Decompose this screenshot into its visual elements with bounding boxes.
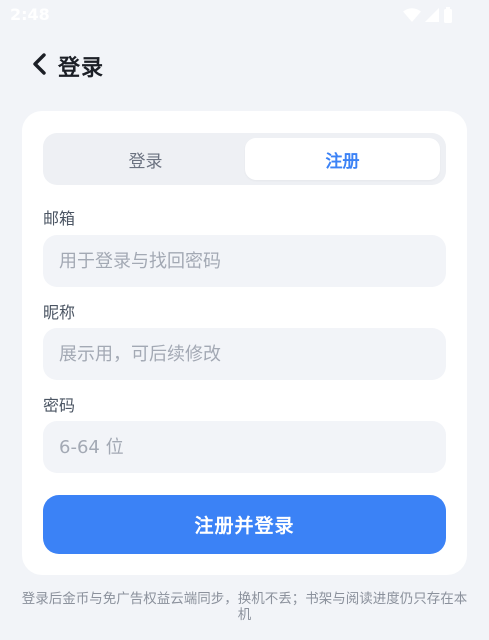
password-label: 密码 xyxy=(43,396,76,415)
footer-note: 登录后金币与免广告权益云端同步，换机不丢；书架与阅读进度仍只存在本机 xyxy=(21,591,468,623)
nickname-label: 昵称 xyxy=(43,303,76,322)
tab-login[interactable]: 登录 xyxy=(48,138,243,180)
email-label: 邮箱 xyxy=(43,209,76,228)
page-title: 登录 xyxy=(58,56,105,81)
password-input[interactable] xyxy=(43,421,446,473)
battery-icon xyxy=(443,7,453,23)
register-card: 登录 注册 邮箱 昵称 密码 注册并登录 xyxy=(22,111,467,575)
email-input[interactable] xyxy=(43,235,446,287)
back-button[interactable] xyxy=(22,46,58,86)
signal-icon xyxy=(425,8,439,22)
back-chevron-icon xyxy=(32,53,48,79)
register-and-login-button[interactable]: 注册并登录 xyxy=(43,495,446,554)
wifi-icon xyxy=(403,8,421,22)
tab-register[interactable]: 注册 xyxy=(245,138,440,180)
status-time: 2:48 xyxy=(10,5,50,24)
status-icons xyxy=(403,7,453,23)
header: 登录 xyxy=(0,44,489,88)
auth-mode-switch: 登录 注册 xyxy=(43,133,446,185)
nickname-input[interactable] xyxy=(43,328,446,380)
status-bar: 2:48 xyxy=(0,0,489,34)
